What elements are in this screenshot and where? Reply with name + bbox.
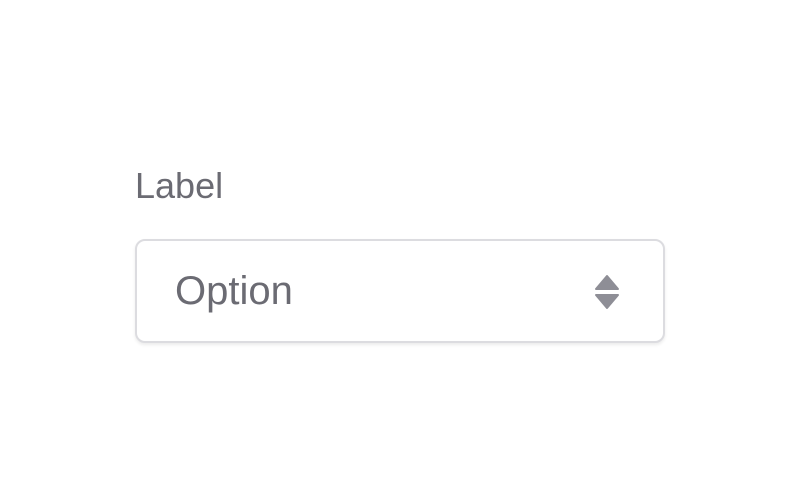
field-label: Label xyxy=(135,165,224,206)
select-value: Option xyxy=(175,269,293,313)
select-field: Label Option xyxy=(135,160,665,343)
option-select[interactable]: Option xyxy=(135,239,665,343)
chevron-up-down-icon xyxy=(594,274,620,310)
